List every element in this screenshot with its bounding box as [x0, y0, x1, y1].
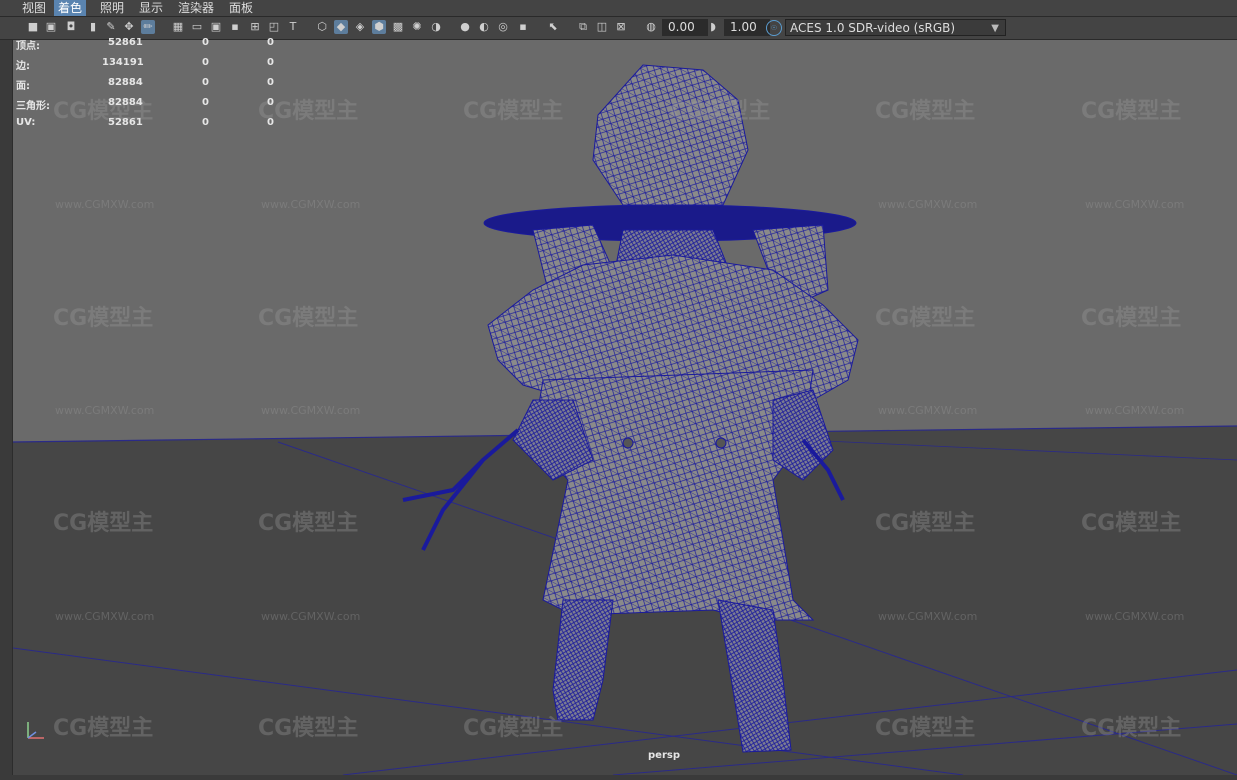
smooth-shade-icon[interactable]: ◆	[334, 20, 348, 34]
menu-lighting[interactable]: 照明	[96, 0, 128, 16]
camera-name-label: persp	[648, 750, 680, 761]
watermark-logo: CG模型主	[463, 99, 563, 124]
watermark-url: www.CGMXW.com	[261, 198, 360, 211]
watermark-url: www.CGMXW.com	[1085, 198, 1184, 211]
watermark-logo: CG模型主	[875, 511, 975, 536]
watermark-logo: CG模型主	[875, 716, 975, 741]
watermark-logo: CG模型主	[1081, 511, 1181, 536]
use-default-material-icon[interactable]: ◈	[353, 20, 367, 34]
wireframe-icon[interactable]: ⬡	[315, 20, 329, 34]
field-chart-icon[interactable]: ⊞	[248, 20, 262, 34]
watermark-url: www.CGMXW.com	[878, 610, 977, 623]
camera-attributes-icon[interactable]: ▣	[44, 20, 58, 34]
grease-pencil-icon[interactable]: ✏	[141, 20, 155, 34]
grid-icon[interactable]: ▦	[171, 20, 185, 34]
viewport-toolbar: ■ ▣ ◘ ▮ ✎ ✥ ✏ ▦ ▭ ▣ ▪ ⊞ ◰ T ⬡ ◆ ◈ ⬢ ▩ ✺ …	[0, 17, 1237, 40]
watermark-url: www.CGMXW.com	[878, 198, 977, 211]
view-transform-select[interactable]: ACES 1.0 SDR-video (sRGB) ▼	[785, 19, 1006, 36]
xray-icon[interactable]: ⧉	[576, 20, 590, 34]
xray-joints-icon[interactable]: ⊠	[614, 20, 628, 34]
watermark-url: www.CGMXW.com	[55, 404, 154, 417]
coat-button	[715, 437, 727, 449]
film-gate-icon[interactable]: ▭	[190, 20, 204, 34]
bottom-edge	[0, 775, 1237, 780]
watermark-url: www.CGMXW.com	[261, 610, 360, 623]
camera-select-icon[interactable]: ■	[26, 20, 40, 34]
watermark-url: www.CGMXW.com	[1085, 610, 1184, 623]
menu-show[interactable]: 显示	[135, 0, 167, 16]
safe-title-icon[interactable]: T	[286, 20, 300, 34]
watermark-logo: CG模型主	[258, 511, 358, 536]
isolate-select-icon[interactable]: ⬉	[546, 20, 560, 34]
watermark-url: www.CGMXW.com	[261, 404, 360, 417]
resolution-gate-icon[interactable]: ▣	[209, 20, 223, 34]
screen-space-ao-icon[interactable]: ●	[458, 20, 472, 34]
exposure-field[interactable]: 0.00	[662, 19, 708, 36]
menu-renderer[interactable]: 渲染器	[174, 0, 218, 16]
exposure-icon[interactable]: ◍	[644, 20, 658, 34]
watermark-logo: CG模型主	[875, 306, 975, 331]
anti-aliasing-icon[interactable]: ◎	[496, 20, 510, 34]
watermark-logo: CG模型主	[258, 306, 358, 331]
watermark-logo: CG模型主	[670, 99, 770, 124]
viewport-scene: CG模型主 CG模型主 CG模型主 CG模型主 CG模型主 CG模型主 CG模型…	[13, 40, 1237, 775]
shadows-icon[interactable]: ◑	[429, 20, 443, 34]
watermark-logo: CG模型主	[53, 511, 153, 536]
motion-blur-icon[interactable]: ◐	[477, 20, 491, 34]
watermark-logo: CG模型主	[258, 716, 358, 741]
left-panel-edge	[0, 40, 13, 775]
watermark-logo: CG模型主	[53, 716, 153, 741]
menu-shading[interactable]: 着色	[54, 0, 87, 16]
safe-action-icon[interactable]: ◰	[267, 20, 281, 34]
gamma-icon[interactable]: ◗	[706, 20, 720, 34]
watermark-url: www.CGMXW.com	[878, 404, 977, 417]
watermark-url: www.CGMXW.com	[55, 610, 154, 623]
watermark-logo: CG模型主	[463, 716, 563, 741]
gate-mask-icon[interactable]: ▪	[228, 20, 242, 34]
gamma-field[interactable]: 1.00	[724, 19, 770, 36]
bookmark-icon[interactable]: ▮	[86, 20, 100, 34]
wireframe-on-shaded-icon[interactable]: ⬢	[372, 20, 386, 34]
watermark-logo: CG模型主	[53, 306, 153, 331]
watermark-url: www.CGMXW.com	[55, 198, 154, 211]
watermark-logo: CG模型主	[1081, 716, 1181, 741]
viewport-menu-bar: 视图 着色 照明 显示 渲染器 面板	[0, 0, 1237, 17]
watermark-logo: CG模型主	[1081, 306, 1181, 331]
depth-of-field-icon[interactable]: ▪	[516, 20, 530, 34]
watermark-logo: CG模型主	[875, 99, 975, 124]
chevron-down-icon: ▼	[991, 23, 999, 34]
menu-panels[interactable]: 面板	[225, 0, 257, 16]
bookmark-camera-icon[interactable]: ◘	[64, 20, 78, 34]
textured-icon[interactable]: ▩	[391, 20, 405, 34]
image-plane-icon[interactable]: ✎	[104, 20, 118, 34]
view-transform-value: ACES 1.0 SDR-video (sRGB)	[790, 21, 956, 35]
watermark-logo: CG模型主	[1081, 99, 1181, 124]
view-axis-icon	[27, 722, 44, 739]
2d-pan-zoom-icon[interactable]: ✥	[122, 20, 136, 34]
watermark-url: www.CGMXW.com	[1085, 404, 1184, 417]
xray-active-components-icon[interactable]: ◫	[595, 20, 609, 34]
perspective-viewport[interactable]: CG模型主 CG模型主 CG模型主 CG模型主 CG模型主 CG模型主 CG模型…	[13, 40, 1237, 775]
menu-view[interactable]: 视图	[18, 0, 50, 16]
color-management-icon[interactable]: ☉	[766, 20, 782, 36]
use-all-lights-icon[interactable]: ✺	[410, 20, 424, 34]
coat-button	[622, 437, 634, 449]
